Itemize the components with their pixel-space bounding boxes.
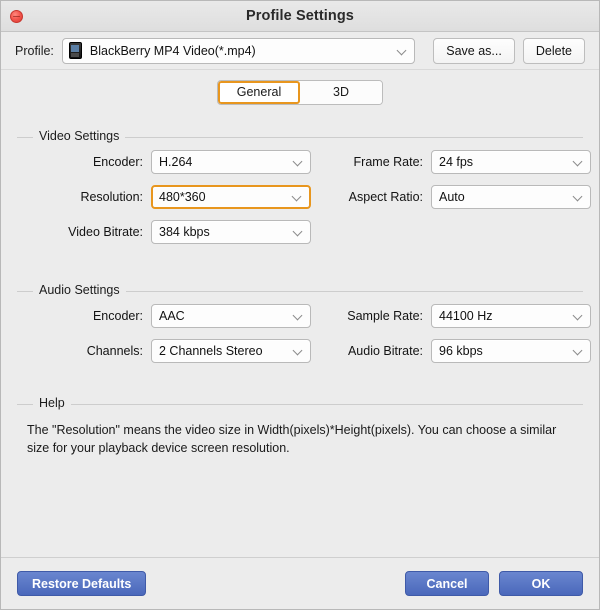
resolution-select[interactable]: 480*360 <box>151 185 311 209</box>
video-bitrate-select[interactable]: 384 kbps <box>151 220 311 244</box>
help-title: Help <box>33 396 71 410</box>
delete-button[interactable]: Delete <box>522 37 585 64</box>
video-settings-title: Video Settings <box>33 129 126 143</box>
video-encoder-value: H.264 <box>159 155 193 169</box>
chevron-down-icon <box>574 346 583 355</box>
help-text: The "Resolution" means the video size in… <box>27 423 557 456</box>
close-icon[interactable] <box>10 10 23 23</box>
video-bitrate-label: Video Bitrate: <box>68 225 143 239</box>
sample-rate-label: Sample Rate: <box>347 309 423 323</box>
profile-label: Profile: <box>15 43 54 58</box>
channels-value: 2 Channels Stereo <box>159 344 263 358</box>
video-bitrate-value: 384 kbps <box>159 225 210 239</box>
tab-3d[interactable]: 3D <box>300 80 382 104</box>
chevron-down-icon <box>294 311 303 320</box>
profile-select-value: BlackBerry MP4 Video(*.mp4) <box>89 43 256 58</box>
restore-defaults-button[interactable]: Restore Defaults <box>17 571 147 596</box>
chevron-down-icon <box>294 227 303 236</box>
tab-general[interactable]: General <box>218 80 300 104</box>
audio-bitrate-label: Audio Bitrate: <box>347 344 423 358</box>
channels-label: Channels: <box>86 344 143 358</box>
audio-encoder-select[interactable]: AAC <box>151 304 311 328</box>
help-group: Help The "Resolution" means the video si… <box>17 395 583 467</box>
page-title: Profile Settings <box>246 8 354 24</box>
blackberry-device-icon <box>68 42 82 59</box>
resolution-label: Resolution: <box>80 190 143 204</box>
tab-bar: General 3D <box>1 70 599 114</box>
sample-rate-select[interactable]: 44100 Hz <box>431 304 591 328</box>
frame-rate-select[interactable]: 24 fps <box>431 150 591 174</box>
sample-rate-value: 44100 Hz <box>439 309 493 323</box>
resolution-value: 480*360 <box>159 190 206 204</box>
ok-button[interactable]: OK <box>499 571 583 596</box>
chevron-down-icon <box>293 192 302 201</box>
audio-bitrate-select[interactable]: 96 kbps <box>431 339 591 363</box>
footer-bar: Restore Defaults Cancel OK <box>1 557 599 609</box>
frame-rate-label: Frame Rate: <box>353 155 423 169</box>
aspect-ratio-label: Aspect Ratio: <box>348 190 423 204</box>
profile-settings-dialog: Profile Settings Profile: BlackBerry MP4… <box>0 0 600 610</box>
profile-row: Profile: BlackBerry MP4 Video(*.mp4) Sav… <box>1 32 599 70</box>
audio-bitrate-value: 96 kbps <box>439 344 483 358</box>
profile-select[interactable]: BlackBerry MP4 Video(*.mp4) <box>61 37 416 64</box>
settings-content: Video Settings Encoder: H.264 Frame Rate… <box>1 114 599 557</box>
audio-settings-title: Audio Settings <box>33 283 126 297</box>
aspect-ratio-value: Auto <box>439 190 465 204</box>
chevron-down-icon <box>398 46 407 55</box>
video-settings-fields: Encoder: H.264 Frame Rate: 24 fps Resolu… <box>23 150 591 244</box>
title-bar: Profile Settings <box>1 1 599 32</box>
audio-settings-fields: Encoder: AAC Sample Rate: 44100 Hz Chann… <box>23 304 591 363</box>
tab-group: General 3D <box>217 79 383 105</box>
group-divider <box>17 404 583 405</box>
video-settings-group: Video Settings Encoder: H.264 Frame Rate… <box>17 128 591 254</box>
cancel-button[interactable]: Cancel <box>405 571 489 596</box>
audio-settings-group: Audio Settings Encoder: AAC Sample Rate:… <box>17 282 591 373</box>
channels-select[interactable]: 2 Channels Stereo <box>151 339 311 363</box>
chevron-down-icon <box>574 311 583 320</box>
chevron-down-icon <box>294 346 303 355</box>
chevron-down-icon <box>574 157 583 166</box>
audio-encoder-value: AAC <box>159 309 185 323</box>
video-encoder-select[interactable]: H.264 <box>151 150 311 174</box>
video-encoder-label: Encoder: <box>92 155 143 169</box>
chevron-down-icon <box>294 157 303 166</box>
frame-rate-value: 24 fps <box>439 155 474 169</box>
chevron-down-icon <box>574 192 583 201</box>
audio-encoder-label: Encoder: <box>92 309 143 323</box>
save-as-button[interactable]: Save as... <box>433 37 515 64</box>
aspect-ratio-select[interactable]: Auto <box>431 185 591 209</box>
